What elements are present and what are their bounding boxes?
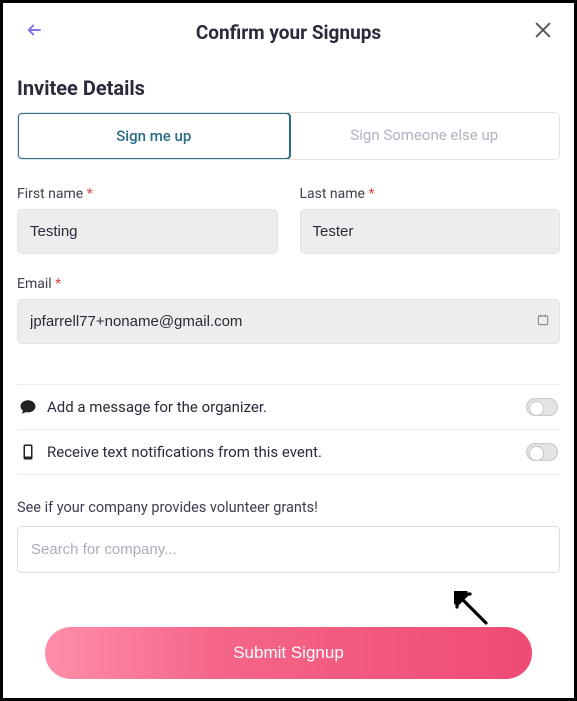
option-add-message: Add a message for the organizer. bbox=[17, 385, 560, 430]
signup-tab-group: Sign me up Sign Someone else up bbox=[17, 112, 560, 160]
tab-sign-someone-else[interactable]: Sign Someone else up bbox=[290, 113, 560, 159]
option-add-message-label: Add a message for the organizer. bbox=[47, 398, 267, 416]
first-name-label-text: First name bbox=[17, 186, 83, 202]
last-name-label-text: Last name bbox=[300, 186, 365, 202]
close-icon[interactable] bbox=[532, 19, 554, 41]
back-arrow-icon[interactable] bbox=[25, 21, 43, 39]
phone-icon bbox=[19, 443, 37, 461]
first-name-input[interactable] bbox=[17, 209, 278, 254]
modal-header: Confirm your Signups bbox=[17, 15, 560, 58]
email-label-text: Email bbox=[17, 276, 52, 292]
email-label: Email * bbox=[17, 276, 560, 292]
tab-sign-me-up[interactable]: Sign me up bbox=[17, 112, 291, 160]
required-marker: * bbox=[368, 186, 374, 202]
first-name-label: First name * bbox=[17, 186, 278, 202]
speech-bubble-icon bbox=[19, 398, 37, 416]
company-search-input[interactable] bbox=[17, 526, 560, 573]
submit-signup-button[interactable]: Submit Signup bbox=[45, 627, 532, 679]
toggle-add-message[interactable] bbox=[526, 398, 558, 416]
last-name-input[interactable] bbox=[300, 209, 561, 254]
required-marker: * bbox=[55, 276, 61, 292]
email-input[interactable] bbox=[17, 299, 560, 344]
section-title: Invitee Details bbox=[17, 76, 560, 100]
modal-title: Confirm your Signups bbox=[196, 21, 381, 44]
option-text-notifications-label: Receive text notifications from this eve… bbox=[47, 443, 322, 461]
volunteer-grants-helper: See if your company provides volunteer g… bbox=[17, 499, 560, 516]
required-marker: * bbox=[87, 186, 93, 202]
option-text-notifications: Receive text notifications from this eve… bbox=[17, 430, 560, 475]
toggle-text-notifications[interactable] bbox=[526, 443, 558, 461]
last-name-label: Last name * bbox=[300, 186, 561, 202]
